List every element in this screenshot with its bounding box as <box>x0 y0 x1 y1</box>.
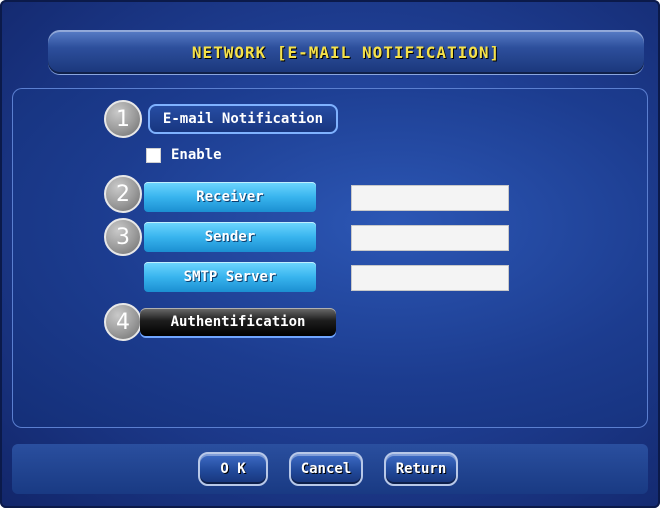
settings-panel <box>12 88 648 428</box>
authentification-button[interactable]: Authentification <box>140 308 336 336</box>
email-notification-section-button[interactable]: E-mail Notification <box>148 104 338 134</box>
return-button[interactable]: Return <box>384 452 458 486</box>
callout-badge-2: 2 <box>104 175 142 213</box>
sender-input[interactable] <box>351 225 509 251</box>
callout-badge-1: 1 <box>104 100 142 138</box>
callout-badge-4: 4 <box>104 303 142 341</box>
smtp-server-label: SMTP Server <box>144 262 316 292</box>
dialog-screen: NETWORK [E-MAIL NOTIFICATION] 1 2 3 4 E-… <box>0 0 660 508</box>
ok-button[interactable]: O K <box>198 452 268 486</box>
title-bar: NETWORK [E-MAIL NOTIFICATION] <box>48 30 644 74</box>
page-title: NETWORK [E-MAIL NOTIFICATION] <box>191 42 501 62</box>
cancel-button[interactable]: Cancel <box>289 452 363 486</box>
callout-badge-3: 3 <box>104 218 142 256</box>
enable-checkbox-row[interactable]: Enable <box>146 144 222 166</box>
sender-label: Sender <box>144 222 316 252</box>
enable-label: Enable <box>171 147 222 163</box>
enable-checkbox[interactable] <box>146 147 161 163</box>
receiver-label: Receiver <box>144 182 316 212</box>
receiver-input[interactable] <box>351 185 509 211</box>
smtp-server-input[interactable] <box>351 265 509 291</box>
